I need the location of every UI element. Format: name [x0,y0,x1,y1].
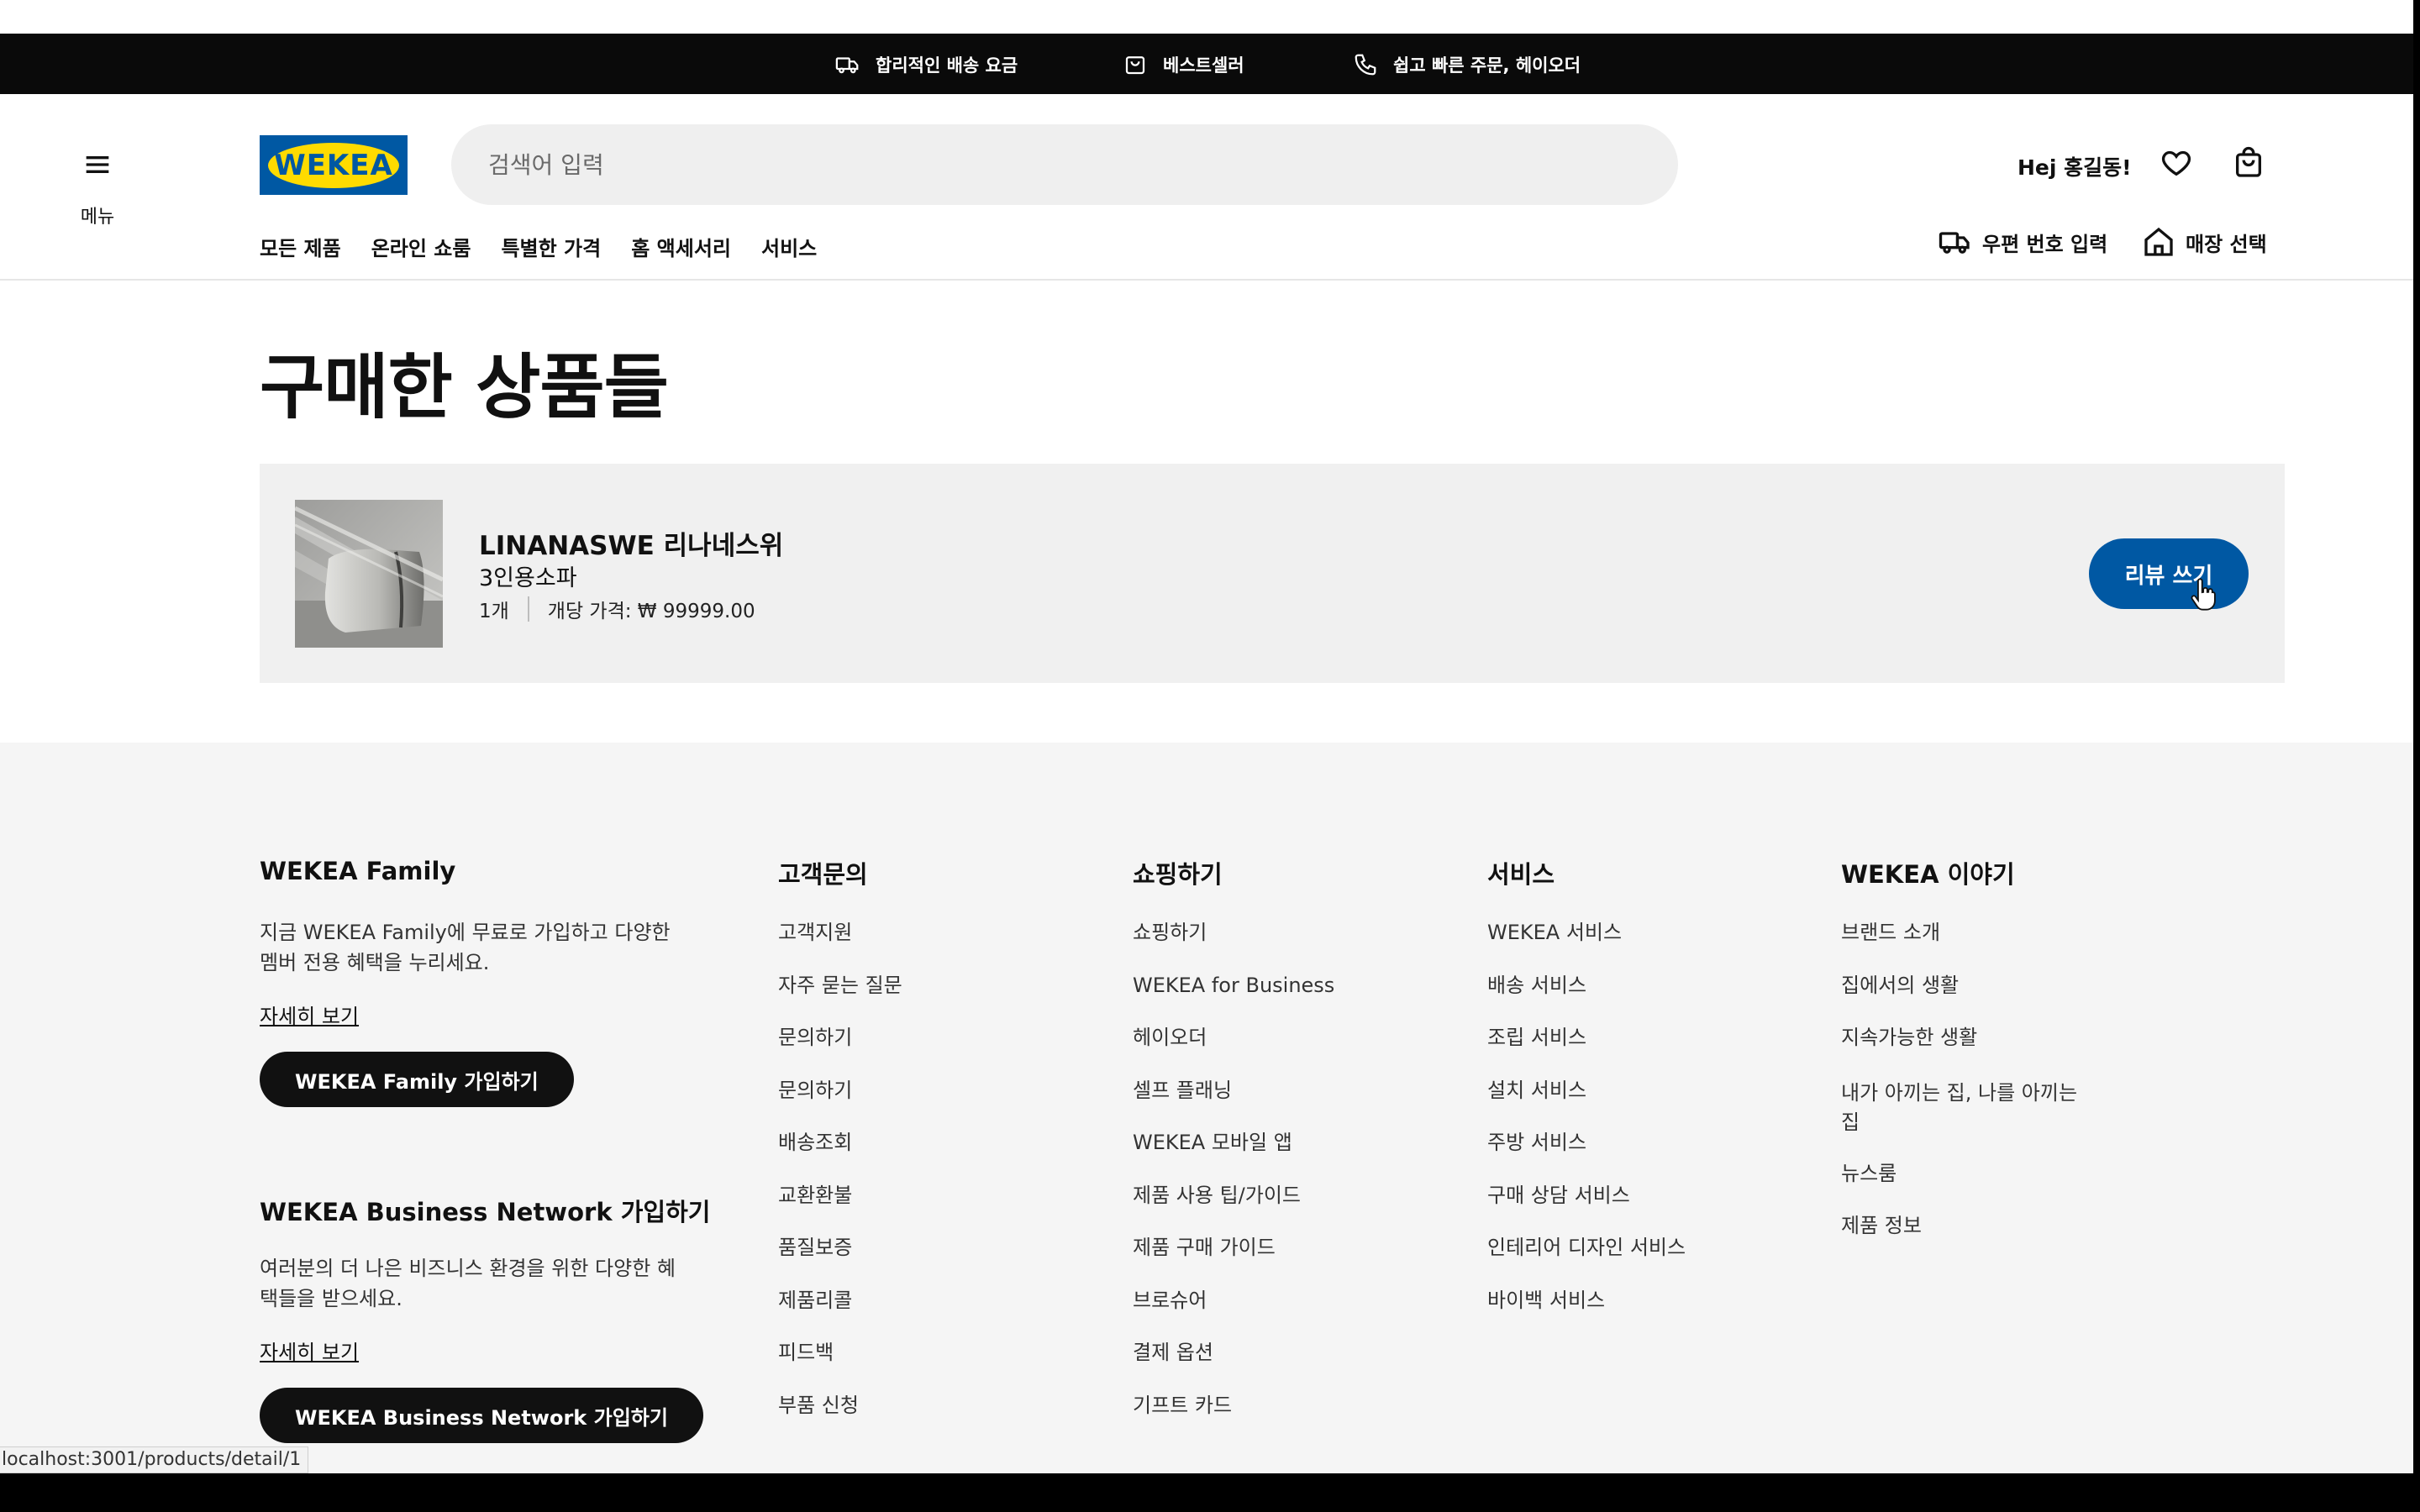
business-title: WEKEA Business Network 가입하기 [260,1198,711,1226]
footer-link[interactable]: 자주 묻는 질문 [778,974,902,1026]
footer-column-story: WEKEA 이야기 브랜드 소개 집에서의 생활 지속가능한 생활 내가 아끼는… [1841,855,2093,1267]
footer-link[interactable]: 내가 아끼는 집, 나를 아끼는 집 [1841,1079,2093,1162]
menu-button[interactable]: 메뉴 [72,148,123,228]
footer-link[interactable]: 집에서의 생활 [1841,974,2093,1026]
screen: 합리적인 배송 요금 베스트셀러 쉽고 빠른 주문, 헤이오더 메뉴 WEKEA… [0,0,2420,1512]
heart-icon[interactable] [2160,146,2193,180]
footer-link[interactable]: 인테리어 디자인 서비스 [1487,1236,1686,1289]
promo-heyorder[interactable]: 쉽고 빠른 주문, 헤이오더 [1353,52,1581,77]
product-image-graphic [295,500,443,648]
footer-link[interactable]: 셀프 플래닝 [1133,1079,1334,1131]
business-join-button[interactable]: WEKEA Business Network 가입하기 [260,1388,703,1443]
footer-column-customer: 고객문의 고객지원 자주 묻는 질문 문의하기 문의하기 배송조회 교환환불 품… [778,855,902,1446]
nav-home-accessories[interactable]: 홈 액세서리 [631,232,731,261]
truck-icon [835,57,859,74]
postal-code-label: 우편 번호 입력 [1982,232,2108,256]
store-select-label: 매장 선택 [2186,232,2267,256]
footer-link[interactable]: 고객지원 [778,921,902,974]
footer-link[interactable]: 문의하기 [778,1026,902,1079]
footer-link[interactable]: 제품 사용 팁/가이드 [1133,1184,1334,1236]
footer-column-title: 서비스 [1487,860,1555,889]
status-bar-url: localhost:3001/products/detail/1 [0,1446,309,1473]
footer-link[interactable]: 배송 서비스 [1487,974,1686,1026]
order-item-card: LINANASWE 리나네스위 3인용소파 1개 개당 가격: ₩ 99999.… [260,464,2285,683]
footer-link[interactable]: 브로슈어 [1133,1289,1334,1341]
write-review-button[interactable]: 리뷰 쓰기 [2089,538,2249,609]
business-more-link[interactable]: 자세히 보기 [260,1336,359,1365]
footer-link[interactable]: WEKEA 모바일 앱 [1133,1131,1334,1184]
footer-link[interactable]: WEKEA for Business [1133,974,1334,1026]
search-input[interactable] [451,124,1678,205]
phone-icon [1355,54,1376,76]
footer-link[interactable]: 품질보증 [778,1236,902,1289]
footer-link[interactable]: 피드백 [778,1341,902,1394]
footer-link[interactable]: 배송조회 [778,1131,902,1184]
nav-all-products[interactable]: 모든 제품 [260,232,341,261]
footer-link[interactable]: 쇼핑하기 [1133,921,1334,974]
footer-link[interactable]: WEKEA 서비스 [1487,921,1686,974]
family-title: WEKEA Family [260,857,456,885]
footer-link[interactable]: 결제 옵션 [1133,1341,1334,1394]
header-divider [0,279,2413,281]
family-more-link[interactable]: 자세히 보기 [260,1000,359,1029]
footer-link[interactable]: 바이백 서비스 [1487,1289,1686,1341]
page-title: 구매한 상품들 [260,346,669,428]
footer-column-title: WEKEA 이야기 [1841,860,2015,889]
product-description: 3인용소파 [479,565,577,591]
product-quantity: 1개 [479,601,509,622]
footer-link[interactable]: 구매 상담 서비스 [1487,1184,1686,1236]
promo-bestseller-label: 베스트셀러 [1163,55,1244,76]
promo-bestseller[interactable]: 베스트셀러 [1123,52,1244,77]
truck-icon [1939,232,1970,254]
logo[interactable]: WEKEA [260,135,408,195]
footer-link[interactable]: 교환환불 [778,1184,902,1236]
footer-link[interactable]: 제품 구매 가이드 [1133,1236,1334,1289]
business-description: 여러분의 더 나은 비즈니스 환경을 위한 다양한 혜택들을 받으세요. [260,1257,676,1310]
footer-link[interactable]: 뉴스룸 [1841,1162,2093,1215]
footer-column-services: 서비스 WEKEA 서비스 배송 서비스 조립 서비스 설치 서비스 주방 서비… [1487,855,1686,1341]
shopping-bag-icon [1125,56,1145,75]
product-image[interactable] [295,500,443,648]
footer-link[interactable]: 제품 정보 [1841,1214,2093,1267]
footer-link[interactable]: 헤이오더 [1133,1026,1334,1079]
family-join-button[interactable]: WEKEA Family 가입하기 [260,1052,574,1107]
product-unit-price: 개당 가격: ₩ 99999.00 [547,601,755,622]
footer-link[interactable]: 제품리콜 [778,1289,902,1341]
promo-shipping[interactable]: 합리적인 배송 요금 [835,52,1018,77]
user-greeting[interactable]: Hej 홍길동! [2018,151,2132,181]
browser-page: 합리적인 배송 요금 베스트셀러 쉽고 빠른 주문, 헤이오더 메뉴 WEKEA… [0,0,2413,1473]
store-icon [2144,227,2173,256]
logo-text: WEKEA [274,148,393,182]
menu-label: 메뉴 [80,207,115,228]
nav-online-showroom[interactable]: 온라인 쇼룸 [371,232,471,261]
product-name[interactable]: LINANASWE 리나네스위 [479,524,783,562]
footer-link[interactable]: 기프트 카드 [1133,1394,1334,1446]
hamburger-icon [86,156,109,173]
footer-link[interactable]: 부품 신청 [778,1394,902,1446]
footer-column-title: 쇼핑하기 [1133,860,1223,889]
nav-services[interactable]: 서비스 [761,232,817,261]
footer-link[interactable]: 지속가능한 생활 [1841,1026,2093,1079]
footer-column-shopping: 쇼핑하기 쇼핑하기 WEKEA for Business 헤이오더 셀프 플래닝… [1133,855,1334,1446]
hand-cursor-icon [2191,578,2216,611]
promo-shipping-label: 합리적인 배송 요금 [876,55,1018,76]
nav-special-price[interactable]: 특별한 가격 [501,232,601,261]
store-select-button[interactable]: 매장 선택 [2142,225,2267,259]
footer-link[interactable]: 문의하기 [778,1079,902,1131]
family-description: 지금 WEKEA Family에 무료로 가입하고 다양한 멤버 전용 혜택을 … [260,921,671,974]
promo-bar: 합리적인 배송 요금 베스트셀러 쉽고 빠른 주문, 헤이오더 [0,34,2413,94]
footer-link[interactable]: 주방 서비스 [1487,1131,1686,1184]
footer-link[interactable]: 브랜드 소개 [1841,921,2093,974]
product-meta: 1개 개당 가격: ₩ 99999.00 [479,595,755,623]
promo-heyorder-label: 쉽고 빠른 주문, 헤이오더 [1393,55,1581,76]
footer-link[interactable]: 조립 서비스 [1487,1026,1686,1079]
footer-column-title: 고객문의 [778,860,868,889]
meta-divider [527,596,529,622]
footer-link[interactable]: 설치 서비스 [1487,1079,1686,1131]
main-nav: 모든 제품 온라인 쇼룸 특별한 가격 홈 액세서리 서비스 [260,232,847,261]
logo-oval: WEKEA [268,142,399,188]
cart-icon[interactable] [2232,146,2265,180]
postal-code-button[interactable]: 우편 번호 입력 [1939,225,2107,259]
